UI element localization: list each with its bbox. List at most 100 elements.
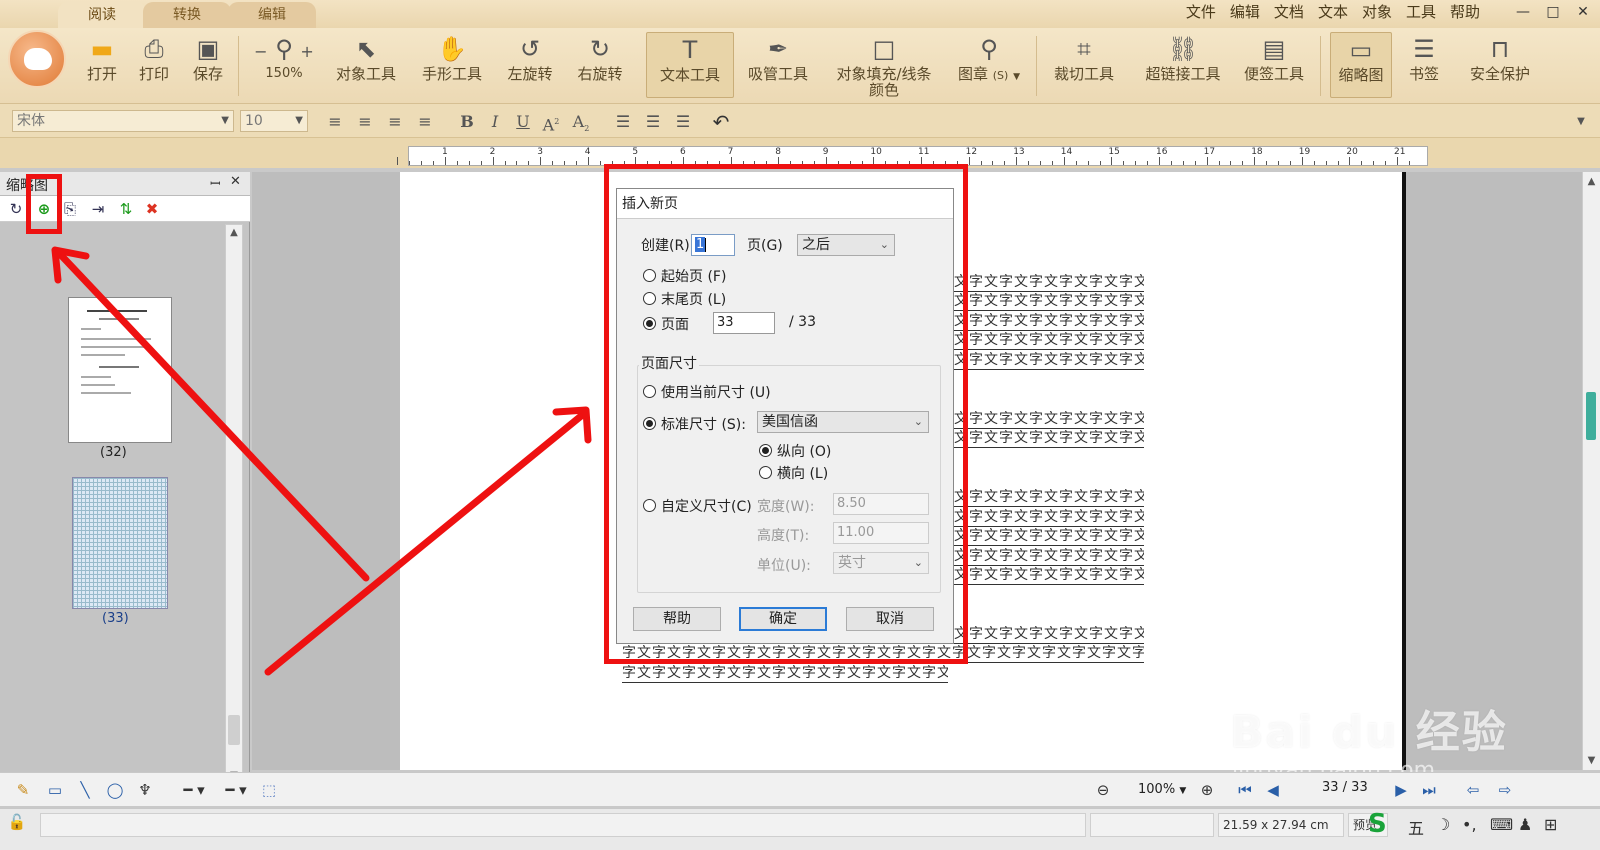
ruler-label: 19: [1298, 147, 1311, 157]
list-icon[interactable]: ☰: [672, 111, 694, 133]
superscript-button[interactable]: A2: [540, 111, 562, 134]
minimize-button[interactable]: —: [1510, 2, 1536, 24]
line-weight-select[interactable]: ━ ▾: [216, 779, 256, 801]
bold-button[interactable]: B: [456, 111, 478, 133]
line-icon[interactable]: ╲: [74, 779, 96, 801]
align-right-icon[interactable]: ≡: [384, 111, 406, 133]
close-window-button[interactable]: ✕: [1570, 2, 1596, 24]
menu-document[interactable]: 文档: [1274, 0, 1304, 24]
replace-page-icon[interactable]: ⇅: [116, 200, 136, 218]
back-icon[interactable]: ⇦: [1462, 779, 1484, 801]
scroll-up-icon[interactable]: ▲: [226, 227, 242, 238]
menu-object[interactable]: 对象: [1362, 0, 1392, 24]
open-button[interactable]: ▬ 打开: [80, 32, 124, 98]
forward-icon[interactable]: ⇨: [1494, 779, 1516, 801]
ruler-label: 1: [442, 147, 448, 157]
ime-mode-label[interactable]: 五: [1408, 815, 1424, 839]
line-spacing-icon[interactable]: ☰: [612, 111, 634, 133]
font-family-select[interactable]: 宋体 ▼: [12, 110, 234, 132]
scrollbar-thumb[interactable]: [228, 715, 240, 745]
paragraph-spacing-icon[interactable]: ☰: [642, 111, 664, 133]
italic-button[interactable]: I: [484, 111, 506, 133]
ruler-tick: [1397, 157, 1398, 165]
export-page-icon[interactable]: ⇥: [88, 200, 108, 218]
align-left-icon[interactable]: ≡: [324, 111, 346, 133]
last-page-icon[interactable]: ⏭: [1418, 779, 1440, 801]
print-button[interactable]: ⎙ 打印: [134, 32, 174, 98]
subscript-letter: A: [572, 112, 585, 131]
stamp-button[interactable]: ⚲ 图章 (S) ▼: [952, 32, 1026, 98]
document-scrollbar[interactable]: ▲ ▼: [1582, 172, 1600, 770]
punctuation-icon[interactable]: •,: [1462, 815, 1477, 834]
app-logo[interactable]: [8, 30, 66, 88]
rectangle-icon[interactable]: ▭: [44, 779, 66, 801]
zoom-out-icon[interactable]: ⊖: [1092, 779, 1114, 801]
pen-icon[interactable]: ♆: [134, 779, 156, 801]
text-tool-button[interactable]: T 文本工具: [646, 32, 734, 98]
page-thumbnail-33[interactable]: [72, 477, 168, 609]
grid-icon[interactable]: ⊞: [1544, 815, 1557, 834]
eyedropper-tool-button[interactable]: ✒ 吸管工具: [742, 32, 814, 98]
page-indicator[interactable]: 33 / 33: [1322, 780, 1368, 795]
panel-close-icon[interactable]: ✕: [230, 174, 241, 189]
object-tool-button[interactable]: ⬉ 对象工具: [330, 32, 402, 98]
previous-page-icon[interactable]: ◀: [1262, 779, 1284, 801]
align-justify-icon[interactable]: ≡: [414, 111, 436, 133]
security-button[interactable]: ⊓ 安全保护: [1462, 32, 1538, 98]
stamp-dropdown-icon[interactable]: ▼: [1013, 72, 1020, 82]
rotate-left-icon: ↺: [519, 35, 541, 63]
page-thumbnail-32[interactable]: [68, 297, 172, 443]
maximize-button[interactable]: □: [1540, 2, 1566, 24]
save-button[interactable]: ▣ 保存: [188, 32, 228, 98]
select-area-icon[interactable]: ⬚: [258, 779, 280, 801]
pencil-icon[interactable]: ✎: [12, 779, 34, 801]
tab-read[interactable]: 阅读: [58, 2, 146, 28]
bookmark-button[interactable]: ☰ 书签: [1402, 32, 1446, 98]
extract-page-icon[interactable]: ⎘: [60, 200, 80, 218]
scroll-down-icon[interactable]: ▼: [1583, 755, 1600, 766]
ruler-label: 2: [489, 147, 496, 157]
font-size-select[interactable]: 10 ▼: [240, 110, 308, 132]
undo-arrow-icon[interactable]: ↶: [710, 111, 732, 133]
note-tool-button[interactable]: ▤ 便签工具: [1238, 32, 1310, 98]
zoom-control[interactable]: − ⚲ + 150%: [244, 32, 324, 98]
thumbnail-button[interactable]: ▭ 缩略图: [1330, 32, 1392, 98]
zoom-in-icon[interactable]: ⊕: [1196, 779, 1218, 801]
ruler-label: 12: [965, 147, 978, 157]
first-page-icon[interactable]: ⏮: [1234, 779, 1256, 801]
fill-stroke-color-button[interactable]: □ 对象填充/线条 颜色: [828, 32, 940, 98]
ellipse-icon[interactable]: ◯: [104, 779, 126, 801]
rotate-right-button[interactable]: ↻ 右旋转: [570, 32, 630, 98]
next-page-icon[interactable]: ▶: [1390, 779, 1412, 801]
toolbar-overflow-icon[interactable]: ▼: [1570, 111, 1592, 133]
ruler-label: 9: [822, 147, 829, 157]
user-icon[interactable]: ♟: [1518, 815, 1532, 834]
thumbnail-scrollbar[interactable]: ▲ ▼: [225, 224, 243, 784]
menu-text[interactable]: 文本: [1318, 0, 1348, 24]
menu-edit[interactable]: 编辑: [1230, 0, 1260, 24]
rotate-page-icon[interactable]: ↻: [6, 200, 26, 218]
menu-help[interactable]: 帮助: [1450, 0, 1480, 24]
subscript-button[interactable]: A2: [570, 111, 592, 133]
scrollbar-thumb[interactable]: [1586, 392, 1596, 440]
keyboard-icon[interactable]: ⌨: [1490, 815, 1513, 834]
menu-file[interactable]: 文件: [1186, 0, 1216, 24]
align-center-icon[interactable]: ≡: [354, 111, 376, 133]
lock-status-icon[interactable]: 🔓: [6, 811, 28, 833]
menu-tools[interactable]: 工具: [1406, 0, 1436, 24]
scroll-up-icon[interactable]: ▲: [1583, 176, 1600, 187]
moon-icon[interactable]: ☽: [1436, 815, 1450, 834]
sogou-ime-icon[interactable]: S: [1368, 809, 1387, 839]
ruler-tick: [456, 161, 458, 165]
hand-tool-button[interactable]: ✋ 手形工具: [416, 32, 488, 98]
crop-tool-button[interactable]: ⌗ 裁切工具: [1048, 32, 1120, 98]
tab-convert[interactable]: 转换: [143, 2, 231, 28]
pin-icon[interactable]: ꟷ: [210, 174, 221, 192]
delete-page-icon[interactable]: ✖: [142, 200, 162, 218]
line-style-select[interactable]: ━ ▾: [174, 779, 214, 801]
tab-edit[interactable]: 编辑: [228, 2, 316, 28]
underline-button[interactable]: U: [512, 111, 534, 133]
rotate-left-button[interactable]: ↺ 左旋转: [500, 32, 560, 98]
fill-stroke-label: 对象填充/线条: [836, 65, 932, 83]
hyperlink-tool-button[interactable]: ⛓ 超链接工具: [1140, 32, 1226, 98]
